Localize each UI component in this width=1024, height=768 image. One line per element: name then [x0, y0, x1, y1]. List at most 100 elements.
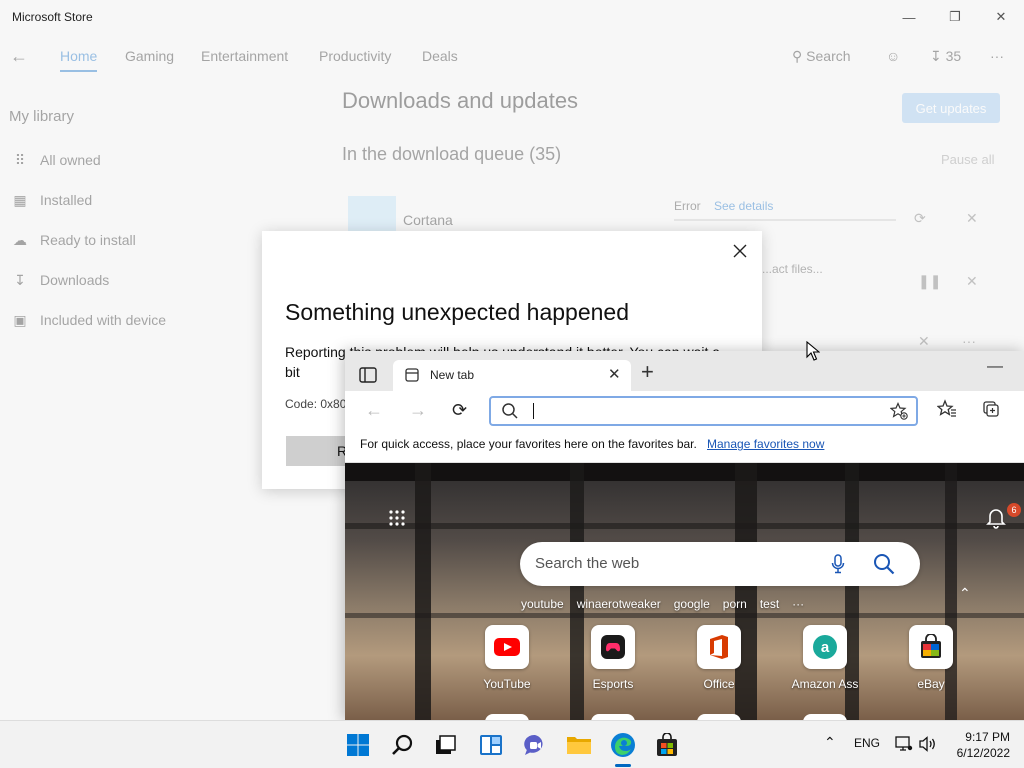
tile-youtube[interactable]: YouTube [467, 625, 547, 691]
grid-icon: ⠿ [14, 151, 26, 168]
see-details-link[interactable]: See details [714, 199, 773, 213]
account-icon[interactable]: ☺ [886, 48, 900, 64]
language-indicator[interactable]: ENG [854, 736, 880, 750]
quick-links-more[interactable]: ··· [792, 597, 804, 611]
back-arrow-icon[interactable]: ← [10, 46, 28, 67]
edge-window: New tab ✕ + — ← → ⟳ For quick access, pl… [345, 351, 1024, 720]
quick-link[interactable]: winaerotweaker [577, 597, 661, 611]
refresh-icon[interactable]: ⟳ [452, 399, 467, 421]
taskbar-search-button[interactable] [389, 731, 417, 759]
chat-button[interactable] [521, 731, 549, 759]
web-search-box[interactable]: Search the web [520, 542, 920, 586]
tile-amazon-assistant[interactable]: a Amazon Ass [785, 625, 865, 691]
favorites-icon[interactable] [937, 399, 957, 419]
cancel-icon[interactable]: ✕ [918, 333, 930, 350]
get-updates-button[interactable]: Get updates [902, 93, 1000, 123]
search-icon[interactable] [873, 553, 895, 575]
tile-ebay[interactable]: eBay [891, 625, 971, 691]
tab-new-tab[interactable]: New tab ✕ [393, 360, 631, 391]
progress-bar [674, 219, 896, 221]
cloud-icon: ☁ [13, 231, 27, 248]
tile-office[interactable]: Office [679, 625, 759, 691]
apps-grid-icon[interactable] [388, 509, 406, 527]
youtube-icon [485, 625, 529, 669]
show-hidden-icons-chevron-icon[interactable]: ⌃ [824, 734, 836, 751]
start-button[interactable] [344, 731, 372, 759]
dialog-close-button[interactable] [728, 239, 752, 263]
pause-icon[interactable]: ❚❚ [918, 273, 941, 290]
forward-icon[interactable]: → [409, 399, 427, 421]
active-app-indicator [615, 764, 631, 767]
background-beam [345, 523, 1024, 529]
browser-toolbar: ← → ⟳ [345, 391, 1024, 431]
widgets-button[interactable] [477, 731, 505, 759]
tab-deals[interactable]: Deals [422, 48, 458, 64]
microphone-icon[interactable] [831, 554, 845, 574]
library-item-ready[interactable]: ☁ Ready to install [10, 225, 136, 255]
library-item-label: Downloads [40, 272, 110, 288]
quick-link[interactable]: google [674, 597, 710, 611]
store-titlebar: Microsoft Store — ❐ ✕ [0, 0, 1024, 34]
library-item-installed[interactable]: ▦ Installed [10, 185, 92, 215]
mouse-cursor-icon [806, 341, 820, 361]
downloads-button[interactable]: ↧ 35 [930, 48, 961, 65]
edge-minimize-button[interactable]: — [987, 358, 1003, 376]
quick-links: youtube winaerotweaker google porn test … [521, 597, 804, 611]
address-bar[interactable] [489, 396, 918, 426]
more-options-button[interactable]: ··· [990, 48, 1004, 64]
error-code: Code: 0x80 [285, 397, 347, 411]
esports-icon [591, 625, 635, 669]
cancel-icon[interactable]: ✕ [966, 273, 978, 290]
quick-link[interactable]: test [760, 597, 779, 611]
ebay-icon [909, 625, 953, 669]
fetch-label: ...act files... [762, 262, 823, 276]
close-button[interactable]: ✕ [978, 4, 1024, 30]
new-tab-button[interactable]: + [641, 361, 654, 383]
pause-all-button[interactable]: Pause all [941, 152, 994, 167]
library-title: My library [9, 108, 75, 125]
close-icon [733, 244, 747, 258]
task-view-button[interactable] [432, 731, 460, 759]
store-icon [657, 733, 677, 756]
library-item-downloads[interactable]: ↧ Downloads [10, 265, 109, 295]
store-taskbar-button[interactable] [653, 731, 681, 759]
chevron-up-icon[interactable]: ⌃ [959, 585, 971, 602]
volume-icon[interactable] [919, 736, 937, 752]
add-favorite-icon[interactable] [890, 402, 908, 420]
taskbar: ⌃ ENG 9:17 PM 6/12/2022 [0, 720, 1024, 768]
network-icon[interactable] [895, 736, 913, 752]
amazon-assistant-icon: a [803, 625, 847, 669]
cancel-icon[interactable]: ✕ [966, 210, 978, 227]
library-item-label: Ready to install [40, 232, 136, 248]
tab-productivity[interactable]: Productivity [319, 48, 391, 64]
tab-actions-icon[interactable] [359, 367, 377, 383]
manage-favorites-link[interactable]: Manage favorites now [707, 437, 824, 451]
edge-taskbar-button[interactable] [609, 731, 637, 759]
minimize-button[interactable]: — [886, 4, 932, 30]
tab-entertainment[interactable]: Entertainment [201, 48, 288, 64]
tile-label: YouTube [483, 677, 531, 691]
file-explorer-button[interactable] [565, 731, 593, 759]
store-search-button[interactable]: ⚲ Search [792, 48, 851, 65]
task-view-icon [436, 735, 456, 754]
library-item-included[interactable]: ▣ Included with device [10, 305, 166, 335]
system-clock[interactable]: 9:17 PM 6/12/2022 [944, 729, 1010, 761]
maximize-button[interactable]: ❐ [932, 4, 978, 30]
quick-link[interactable]: porn [723, 597, 747, 611]
back-icon[interactable]: ← [365, 399, 383, 421]
close-tab-icon[interactable]: ✕ [608, 365, 621, 383]
tile-esports[interactable]: Esports [573, 625, 653, 691]
notifications-bell-icon[interactable] [986, 507, 1006, 529]
retry-icon[interactable]: ⟳ [914, 210, 926, 227]
windows-start-icon [347, 734, 369, 756]
favorites-bar-text: For quick access, place your favorites h… [360, 437, 697, 451]
collections-icon[interactable] [981, 399, 1001, 419]
clock-date: 6/12/2022 [956, 746, 1010, 760]
library-item-all-owned[interactable]: ⠿ All owned [10, 145, 101, 175]
new-tab-page: 6 Search the web youtube winaerotweaker … [345, 463, 1024, 720]
quick-link[interactable]: youtube [521, 597, 564, 611]
tab-gaming[interactable]: Gaming [125, 48, 174, 64]
download-icon: ↧ [930, 48, 942, 64]
tab-home[interactable]: Home [60, 48, 98, 72]
more-icon[interactable]: ··· [962, 333, 976, 349]
